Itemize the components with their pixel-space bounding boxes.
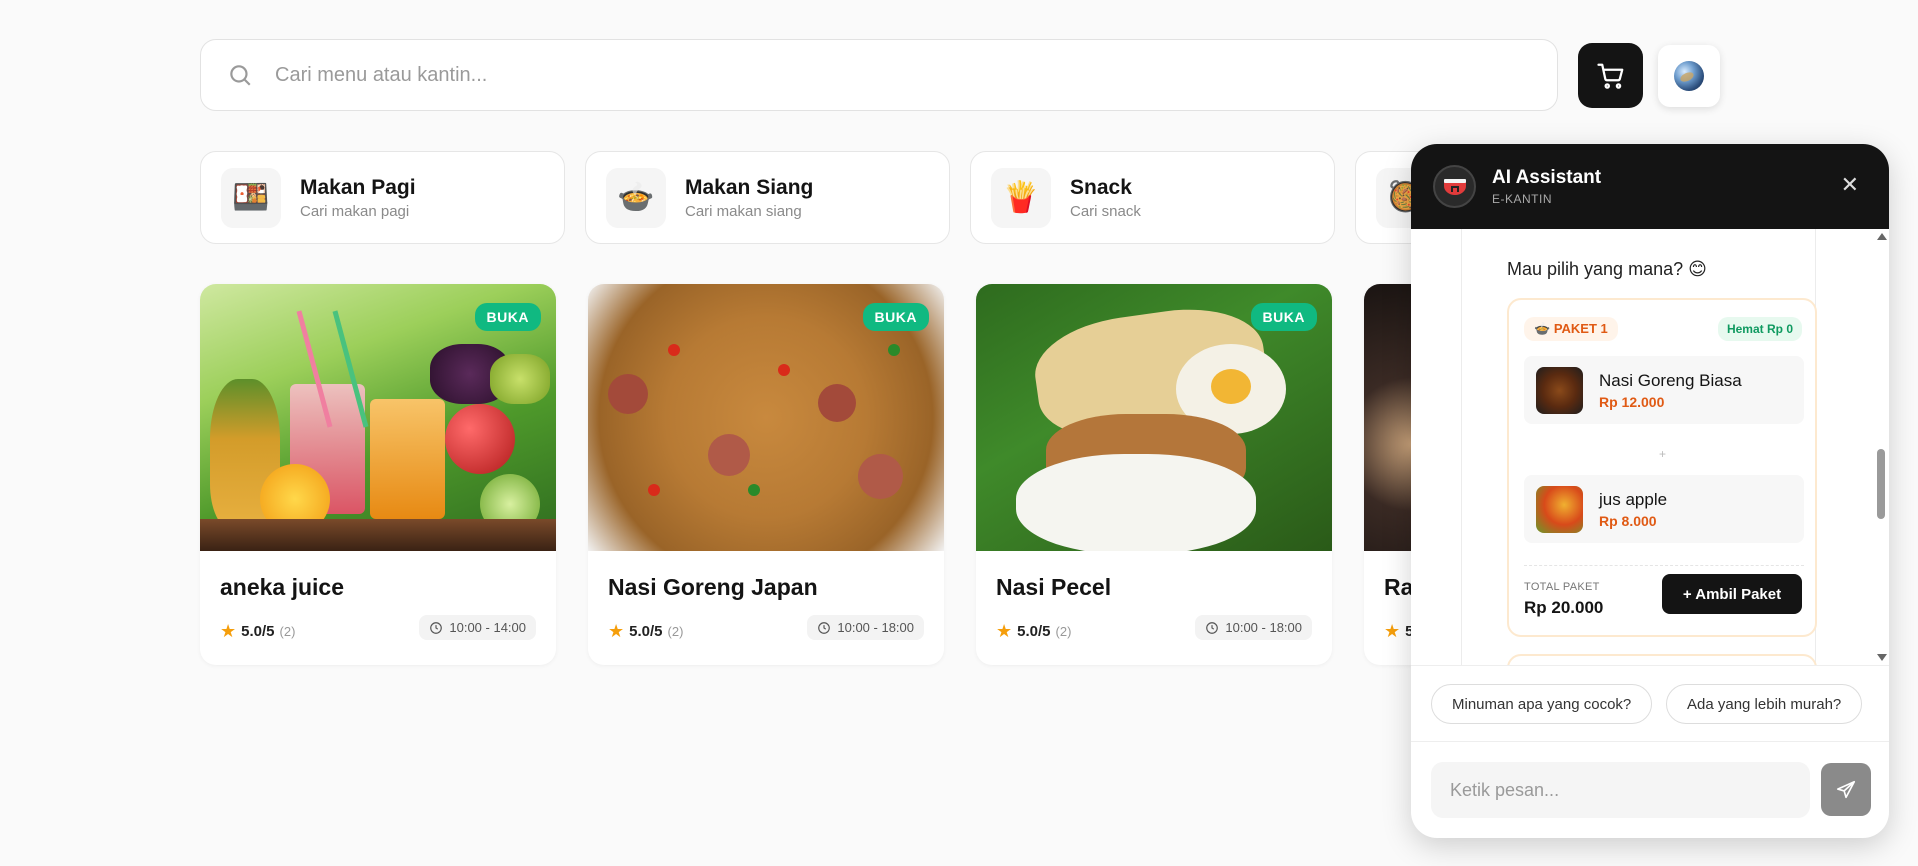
item-name: jus apple [1599,489,1668,509]
category-title: Makan Pagi [300,175,416,199]
menu-rating: ★ 5 [1384,621,1413,642]
bowl-icon: 🍲 [1534,321,1551,336]
opening-hours: 10:00 - 14:00 [419,615,536,640]
category-title: Makan Siang [685,175,814,199]
suggestion-chip[interactable]: Minuman apa yang cocok? [1431,684,1653,724]
star-icon: ★ [220,621,237,641]
hours-text: 10:00 - 18:00 [1225,620,1302,635]
category-subtitle: Cari makan pagi [300,202,410,220]
chat-messages[interactable]: Mau pilih yang mana? 😊 🍲 PAKET 1 Hemat R… [1411,229,1889,665]
assistant-question: Mau pilih yang mana? 😊 [1507,259,1707,279]
total-label: TOTAL PAKET [1524,581,1600,593]
take-package-button[interactable]: + Ambil Paket [1662,574,1802,614]
menu-image: BUKA [588,284,944,551]
chat-header: AI Assistant E-KANTIN ✕ [1411,144,1889,229]
send-icon [1836,780,1856,798]
item-thumbnail [1536,366,1583,414]
suggestion-chip[interactable]: Ada yang lebih murah? [1666,684,1863,724]
user-avatar[interactable] [1658,45,1720,107]
savings-badge: Hemat Rp 0 [1717,317,1802,341]
clock-icon [818,621,831,634]
star-icon: ★ [1384,621,1401,641]
message-input[interactable]: Ketik pesan... [1431,762,1810,818]
package-label: 🍲 PAKET 1 [1524,317,1618,341]
menu-name: Nasi Pecel [996,574,1112,600]
globe-avatar [1674,61,1704,91]
status-badge: BUKA [1250,303,1317,331]
rating-count: (2) [1055,624,1072,639]
menu-image: BUKA [200,284,556,551]
scroll-down-icon[interactable] [1877,654,1887,661]
total-value: Rp 20.000 [1524,598,1604,617]
menu-rating: ★ 5.0/5 (2) [996,621,1071,642]
package-card-next [1507,654,1817,665]
cart-button[interactable] [1578,43,1643,108]
category-subtitle: Cari snack [1070,202,1141,220]
package-card: 🍲 PAKET 1 Hemat Rp 0 Nasi Goreng Biasa Rp… [1507,298,1817,637]
star-icon: ★ [608,621,625,641]
opening-hours: 10:00 - 18:00 [807,615,924,640]
snack-icon: 🍟 [991,167,1051,228]
suggestion-row: Minuman apa yang cocok? Ada yang lebih m… [1411,665,1889,742]
hours-text: 10:00 - 14:00 [449,620,526,635]
clock-icon [1206,621,1219,634]
item-thumbnail [1536,485,1583,533]
send-button[interactable] [1821,763,1871,816]
menu-card-nasi-goreng-japan[interactable]: BUKA Nasi Goreng Japan ★ 5.0/5 (2) 10:00 -… [588,284,944,665]
menu-name: aneka juice [220,574,345,600]
search-bar[interactable]: Cari menu atau kantin... [200,39,1558,111]
package-label-text: PAKET 1 [1553,321,1608,336]
chat-title: AI Assistant [1492,167,1602,188]
plus-separator: + [1659,447,1667,461]
chat-scrollbar[interactable] [1875,229,1889,665]
menu-card-nasi-pecel[interactable]: BUKA Nasi Pecel ★ 5.0/5 (2) 10:00 - 18:00 [976,284,1332,665]
status-badge: BUKA [474,303,541,331]
menu-rating: ★ 5.0/5 (2) [608,621,683,642]
opening-hours: 10:00 - 18:00 [1195,615,1312,640]
clock-icon [430,621,443,634]
menu-name: Ra [1384,574,1414,600]
search-input[interactable]: Cari menu atau kantin... [275,64,487,87]
rating-count: (2) [667,624,684,639]
menu-card-aneka-juice[interactable]: BUKA aneka juice ★ 5.0/5 (2) 10:00 - 14:00 [200,284,556,665]
scroll-thumb[interactable] [1877,449,1885,519]
divider [1524,565,1804,566]
ai-assistant-panel: AI Assistant E-KANTIN ✕ Mau pilih yang m… [1411,144,1889,838]
scroll-up-icon[interactable] [1877,233,1887,240]
item-price: Rp 8.000 [1599,512,1657,529]
category-subtitle: Cari makan siang [685,202,802,220]
lunch-icon: 🍲 [606,167,666,228]
chat-input-row: Ketik pesan... [1411,742,1889,838]
category-title: Snack [1070,175,1132,199]
canteen-logo-icon [1433,165,1476,208]
breakfast-icon: 🍱 [221,167,281,228]
search-icon [230,65,251,86]
menu-image: BUKA [976,284,1332,551]
rating-count: (2) [279,624,296,639]
chat-subtitle: E-KANTIN [1492,192,1553,206]
item-name: Nasi Goreng Biasa [1599,370,1742,390]
menu-name: Nasi Goreng Japan [608,574,818,600]
menu-rating: ★ 5.0/5 (2) [220,621,295,642]
package-item: jus apple Rp 8.000 [1524,475,1804,543]
hours-text: 10:00 - 18:00 [837,620,914,635]
rating-value: 5.0/5 [241,623,275,640]
category-snack[interactable]: 🍟 Snack Cari snack [970,151,1335,244]
cart-icon [1596,63,1623,89]
item-price: Rp 12.000 [1599,393,1665,410]
category-makan-pagi[interactable]: 🍱 Makan Pagi Cari makan pagi [200,151,565,244]
close-icon[interactable]: ✕ [1841,174,1859,196]
status-badge: BUKA [862,303,929,331]
rating-value: 5.0/5 [1017,623,1051,640]
package-item: Nasi Goreng Biasa Rp 12.000 [1524,356,1804,424]
rating-value: 5.0/5 [629,623,663,640]
star-icon: ★ [996,621,1013,641]
category-makan-siang[interactable]: 🍲 Makan Siang Cari makan siang [585,151,950,244]
